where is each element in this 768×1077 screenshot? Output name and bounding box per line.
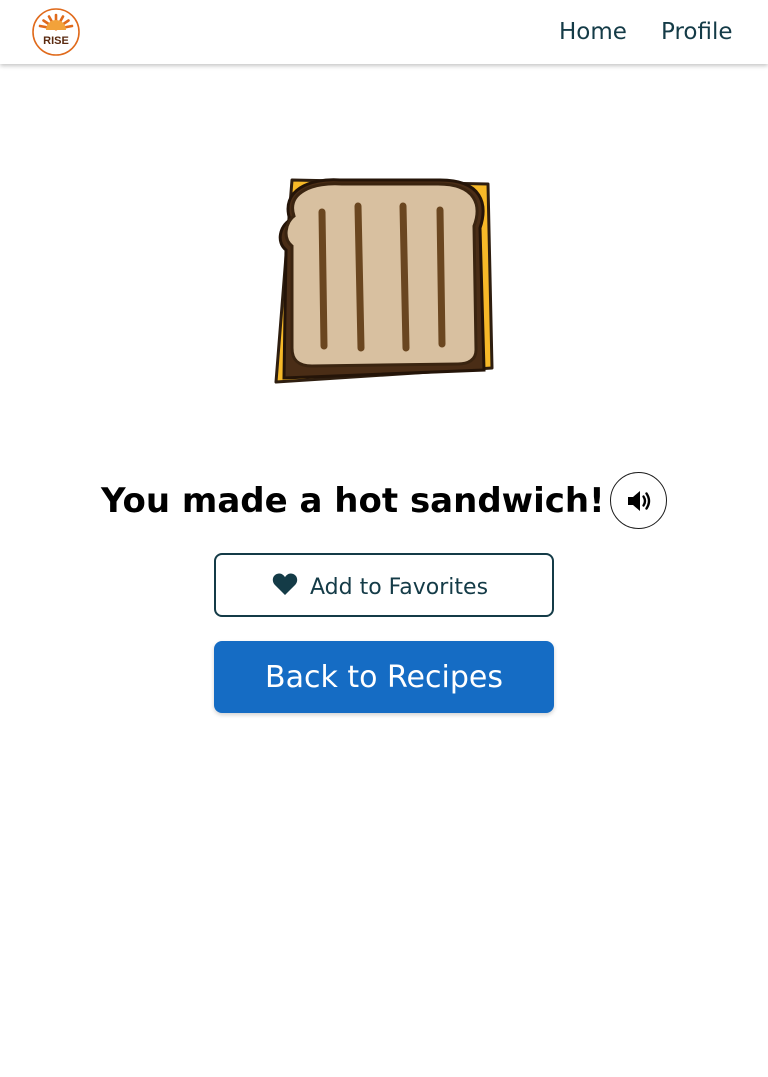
nav-profile-link[interactable]: Profile: [661, 17, 733, 47]
rise-logo[interactable]: RISE: [32, 8, 80, 56]
add-to-favorites-label: Add to Favorites: [310, 574, 489, 600]
sandwich-image: [270, 168, 498, 396]
back-to-recipes-button[interactable]: Back to Recipes: [214, 641, 554, 713]
add-to-favorites-button[interactable]: Add to Favorites: [214, 553, 554, 617]
page-title: You made a hot sandwich!: [101, 481, 605, 521]
logo-text: RISE: [43, 35, 69, 47]
nav-home-link[interactable]: Home: [559, 17, 627, 47]
headline-row: You made a hot sandwich!: [0, 472, 768, 530]
add-to-favorites-content: Add to Favorites: [272, 573, 488, 601]
top-navbar: RISE Home Profile: [0, 0, 768, 64]
rise-logo-icon: RISE: [32, 8, 80, 56]
speaker-icon: [627, 490, 650, 511]
grilled-cheese-sandwich-icon: [274, 178, 494, 384]
heart-icon: [272, 572, 298, 602]
read-aloud-button[interactable]: [610, 472, 667, 529]
